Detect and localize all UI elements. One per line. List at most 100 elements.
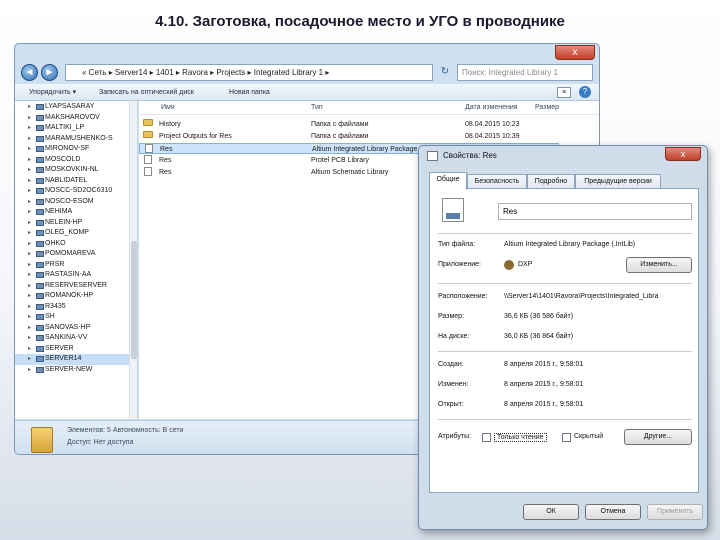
readonly-checkbox[interactable] [482, 433, 491, 442]
navigation-pane[interactable]: ▸ LYAPSASARAY ▸ MAKSHAROVOV ▸ MALTIKI_LP ▸ MARA… [15, 101, 138, 419]
column-date[interactable]: Дата изменения [465, 101, 518, 115]
expand-arrow-icon[interactable]: ▸ [28, 155, 31, 166]
expand-arrow-icon[interactable]: ▸ [28, 218, 31, 229]
tab-details[interactable]: Подробно [527, 174, 575, 189]
tree-item[interactable]: ▸ SERVER [15, 344, 137, 355]
tree-item[interactable]: ▸ SANKINA-VV [15, 333, 137, 344]
expand-arrow-icon[interactable]: ▸ [28, 291, 31, 302]
tree-item[interactable]: ▸ MIRONOV-SF [15, 144, 137, 155]
cancel-button[interactable]: Отмена [585, 504, 641, 520]
file-row[interactable]: Project Outputs for Res Папка с файлами 08… [139, 131, 559, 142]
expand-arrow-icon[interactable]: ▸ [28, 312, 31, 323]
tree-item[interactable]: ▸ SERVER-NEW [15, 365, 137, 376]
disk-size-value: 36,0 КБ (36 864 байт) [504, 333, 574, 340]
tree-item[interactable]: ▸ R3435 [15, 302, 137, 313]
expand-arrow-icon[interactable]: ▸ [28, 228, 31, 239]
expand-arrow-icon[interactable]: ▸ [28, 281, 31, 292]
tab-previous-versions[interactable]: Предыдущие версии [575, 174, 661, 189]
dialog-close-button[interactable]: x [665, 147, 701, 161]
tree-item[interactable]: ▸ LYAPSASARAY [15, 102, 137, 113]
tree-item[interactable]: ▸ MOSKOVKIN-NL [15, 165, 137, 176]
app-value: DXP [518, 261, 533, 268]
expand-arrow-icon[interactable]: ▸ [28, 176, 31, 187]
scrollbar-thumb[interactable] [131, 241, 137, 359]
tree-item-label: NOSCO-ESOM [45, 197, 94, 205]
expand-arrow-icon[interactable]: ▸ [28, 144, 31, 155]
file-name-field[interactable]: Res [498, 203, 692, 220]
tree-item[interactable]: ▸ SERVER14 [15, 354, 137, 365]
expand-arrow-icon[interactable]: ▸ [28, 123, 31, 134]
expand-arrow-icon[interactable]: ▸ [28, 102, 31, 113]
other-attributes-button[interactable]: Другие... [624, 429, 692, 445]
tree-item[interactable]: ▸ NABLIDATEL [15, 176, 137, 187]
tree-item-label: ROMANOK-HP [45, 292, 94, 299]
search-input[interactable]: Поиск: Integrated Library 1 [457, 64, 593, 81]
tree-item[interactable]: ▸ MARAMUSHENKO-S [15, 134, 137, 145]
column-type[interactable]: Тип [311, 101, 323, 115]
tab-general[interactable]: Общие [429, 172, 467, 190]
tree-item[interactable]: ▸ NOSCO-ESOM [15, 197, 137, 208]
created-label: Создан: [438, 361, 464, 368]
expand-arrow-icon[interactable]: ▸ [28, 113, 31, 124]
tree-item[interactable]: ▸ MAKSHAROVOV [15, 113, 137, 124]
tree-item[interactable]: ▸ OHKO [15, 239, 137, 250]
computer-icon [36, 209, 44, 215]
hidden-checkbox[interactable] [562, 433, 571, 442]
change-app-button[interactable]: Изменить... [626, 257, 692, 273]
new-folder-button[interactable]: Новая папка [229, 84, 270, 101]
tree-item[interactable]: ▸ PRSR [15, 260, 137, 271]
tree-item[interactable]: ▸ OLEG_KOMP [15, 228, 137, 239]
burn-button[interactable]: Записать на оптический диск [99, 84, 194, 101]
views-icon[interactable]: ≡ [557, 87, 571, 98]
file-row[interactable]: History Папка с файлами 08.04.2015 10:23 [139, 119, 559, 130]
computer-icon [36, 366, 44, 373]
computer-icon [36, 156, 44, 163]
back-arrow-icon[interactable]: ◄ [21, 64, 38, 81]
expand-arrow-icon[interactable]: ▸ [28, 165, 31, 176]
tree-item[interactable]: ▸ RESERVESERVER [15, 281, 137, 292]
expand-arrow-icon[interactable]: ▸ [28, 249, 31, 260]
expand-arrow-icon[interactable]: ▸ [28, 260, 31, 271]
column-size[interactable]: Размер [535, 101, 559, 115]
help-icon[interactable]: ? [579, 86, 591, 98]
expand-arrow-icon[interactable]: ▸ [28, 134, 31, 145]
tree-item[interactable]: ▸ MALTIKI_LP [15, 123, 137, 134]
hidden-label[interactable]: Скрытый [574, 433, 603, 440]
tree-item[interactable]: ▸ NOSCC-SD2OC6310 [15, 186, 137, 197]
expand-arrow-icon[interactable]: ▸ [28, 354, 31, 365]
ok-button[interactable]: ОК [523, 504, 579, 520]
tree-item-label: MOSCOLD [45, 155, 81, 163]
expand-arrow-icon[interactable]: ▸ [28, 323, 31, 334]
expand-arrow-icon[interactable]: ▸ [28, 344, 31, 355]
address-bar[interactable]: « Сеть ▸ Server14 ▸ 1401 ▸ Ravora ▸ Proj… [65, 64, 433, 81]
organize-menu[interactable]: Упорядочить ▾ [29, 84, 76, 101]
tree-item[interactable]: ▸ MOSCOLD [15, 155, 137, 166]
general-panel: Res Тип файла: Altium Integrated Library… [429, 188, 699, 493]
tree-item-label: POMOMAREVA [45, 250, 96, 257]
navigation-scrollbar[interactable] [129, 101, 137, 419]
expand-arrow-icon[interactable]: ▸ [28, 302, 31, 313]
tree-item[interactable]: ▸ RASTASIN-AA [15, 270, 137, 281]
tree-item[interactable]: ▸ ROMANOK-HP [15, 291, 137, 302]
forward-arrow-icon[interactable]: ► [41, 64, 58, 81]
tree-item[interactable]: ▸ SANOVAS-HP [15, 323, 137, 334]
refresh-icon[interactable]: ↻ [437, 64, 453, 81]
column-name[interactable]: Имя [161, 101, 175, 115]
tree-item[interactable]: ▸ NELEIN-HP [15, 218, 137, 229]
tree-item[interactable]: ▸ POMOMAREVA [15, 249, 137, 260]
apply-button[interactable]: Применить [647, 504, 703, 520]
tab-security[interactable]: Безопасность [467, 174, 527, 189]
expand-arrow-icon[interactable]: ▸ [28, 239, 31, 250]
expand-arrow-icon[interactable]: ▸ [28, 207, 31, 218]
tree-item[interactable]: ▸ SH [15, 312, 137, 323]
expand-arrow-icon[interactable]: ▸ [28, 365, 31, 376]
tree-item[interactable]: ▸ NEHIMA [15, 207, 137, 218]
expand-arrow-icon[interactable]: ▸ [28, 197, 31, 208]
expand-arrow-icon[interactable]: ▸ [28, 333, 31, 344]
expand-arrow-icon[interactable]: ▸ [28, 270, 31, 281]
readonly-label[interactable]: Только чтение [494, 433, 547, 442]
explorer-close-button[interactable]: x [555, 45, 595, 60]
computer-icon [36, 261, 44, 268]
expand-arrow-icon[interactable]: ▸ [28, 186, 31, 197]
computer-icon [36, 335, 44, 341]
